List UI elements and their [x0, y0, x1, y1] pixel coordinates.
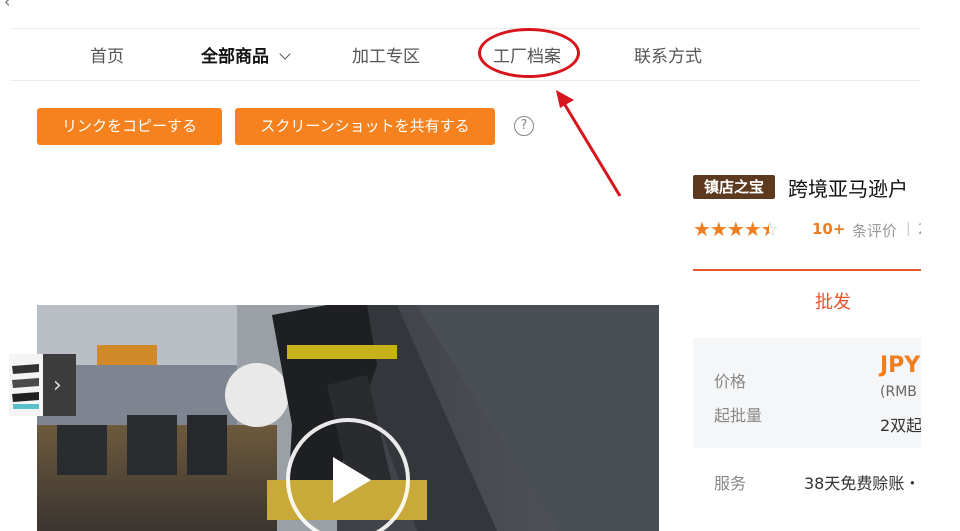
product-title: 跨境亚马逊户	[788, 177, 908, 201]
back-chevron-icon[interactable]: ‹	[4, 0, 10, 11]
review-count[interactable]: 10+	[812, 220, 845, 238]
nav-all-products[interactable]: 全部商品	[201, 42, 291, 67]
copy-link-button[interactable]: リンクをコピーする	[37, 108, 222, 145]
tab-wholesale[interactable]: 批发	[815, 288, 851, 314]
video-frame	[37, 305, 659, 531]
service-label: 服务	[714, 474, 747, 493]
share-screenshot-button[interactable]: スクリーンショットを共有する	[235, 108, 495, 145]
annotation-circle	[478, 28, 580, 78]
moq-value: 2双起	[880, 416, 923, 435]
service-value: 38天免费赊账・	[804, 474, 921, 493]
thumbnail-image	[9, 354, 43, 416]
right-clip	[921, 0, 960, 531]
nav-contact[interactable]: 联系方式	[634, 42, 702, 67]
tab-underline	[693, 269, 921, 271]
nav-home[interactable]: 首页	[90, 42, 124, 67]
price-label: 价格	[714, 372, 747, 391]
review-separator: |	[906, 221, 911, 237]
nav-all-products-label: 全部商品	[201, 47, 269, 67]
price-value: JPY	[880, 353, 921, 378]
store-treasure-badge: 镇店之宝	[693, 175, 775, 199]
question-circle-icon[interactable]: ?	[514, 116, 534, 136]
nav-processing-zone[interactable]: 加工专区	[352, 42, 420, 67]
thumbnail-prev[interactable]: ›	[9, 354, 76, 416]
chevron-down-icon	[279, 48, 291, 60]
product-video[interactable]	[37, 305, 659, 531]
rating-stars: ★★★★☆★	[693, 217, 779, 241]
nav-top-divider	[10, 28, 920, 29]
annotation-arrow	[556, 90, 622, 197]
nav-bottom-divider	[10, 80, 920, 81]
price-rmb: (RMB	[880, 384, 917, 400]
chevron-right-icon: ›	[53, 373, 62, 398]
moq-label: 起批量	[714, 406, 763, 425]
review-label: 条评价	[852, 222, 898, 240]
